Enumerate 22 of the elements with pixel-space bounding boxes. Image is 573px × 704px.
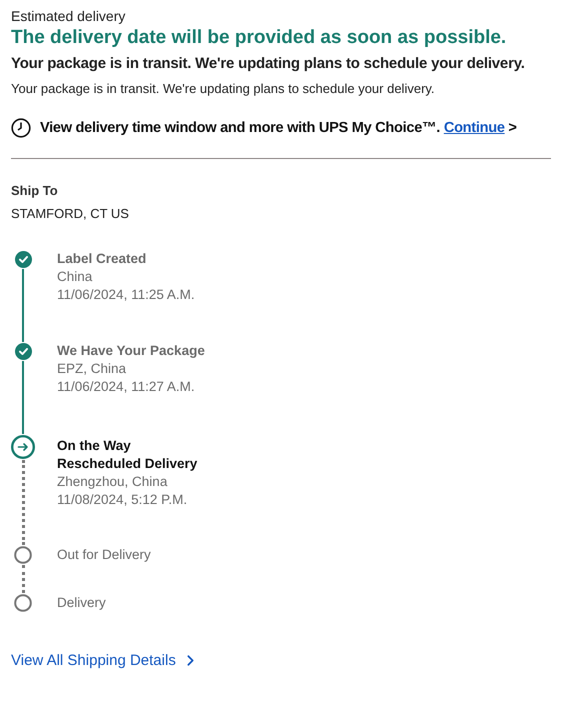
clock-icon (11, 118, 31, 138)
ship-to-address: STAMFORD, CT US (11, 206, 130, 221)
step-title: Label Created (57, 251, 148, 267)
status-text: Your package is in transit. We're updating plans to schedule your delivery. (11, 81, 436, 96)
delivery-headline: The delivery date will be provided as soon as possible. (11, 27, 508, 49)
status-subheading: Your package is in transit. We're updating plans to schedule your delivery. (11, 55, 526, 72)
step-location: Zhengzhou, China (57, 474, 168, 490)
step-note: Rescheduled Delivery (57, 456, 198, 472)
estimate-label: Estimated delivery (11, 8, 126, 24)
step-time: 11/08/2024, 5:12 P.M. (57, 492, 188, 508)
step-location: EPZ, China (57, 361, 128, 377)
promo-text: View delivery time window and more with UPS My Choice™. Continue > (40, 120, 517, 136)
step-title: Delivery (57, 595, 107, 611)
shipping-details-link[interactable]: View All Shipping Details (11, 652, 199, 669)
step-title: We Have Your Package (57, 343, 206, 359)
step-time: 11/06/2024, 11:27 A.M. (57, 379, 196, 395)
continue-link[interactable]: Continue (444, 120, 505, 136)
step-title: On the Way (57, 438, 132, 454)
step-title: Out for Delivery (57, 547, 152, 563)
ship-to-label: Ship To (11, 183, 59, 198)
step-location: China (57, 269, 94, 285)
step-time: 11/06/2024, 11:25 A.M. (57, 287, 196, 303)
